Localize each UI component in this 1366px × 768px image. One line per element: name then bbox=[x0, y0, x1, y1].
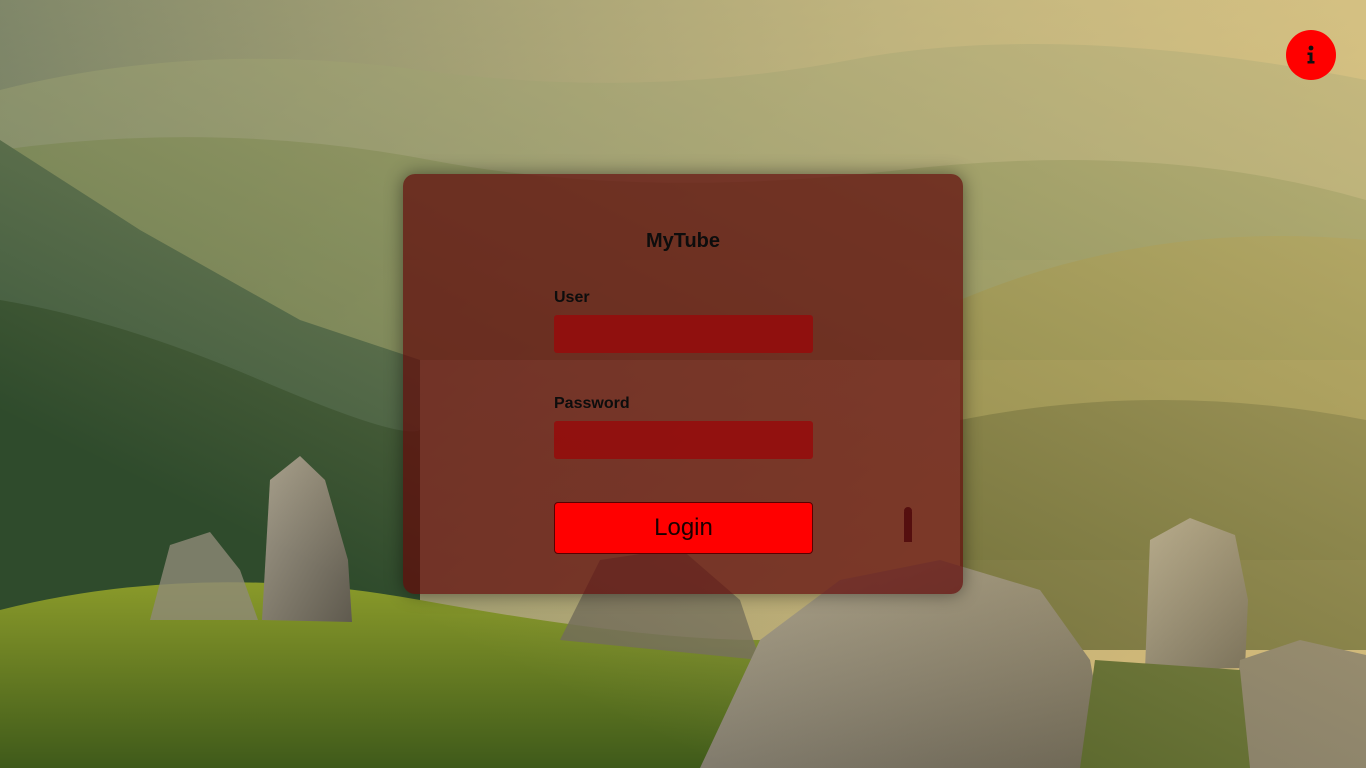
info-button[interactable] bbox=[1286, 30, 1336, 80]
login-button[interactable]: Login bbox=[554, 502, 813, 554]
user-label: User bbox=[554, 289, 590, 306]
login-page: MyTube User Password Login bbox=[0, 0, 1366, 768]
app-title: MyTube bbox=[645, 230, 721, 252]
password-label: Password bbox=[554, 395, 630, 412]
user-input[interactable] bbox=[554, 315, 813, 353]
password-input[interactable] bbox=[554, 421, 813, 459]
info-icon bbox=[1307, 45, 1315, 64]
login-card: MyTube User Password Login bbox=[403, 174, 963, 594]
